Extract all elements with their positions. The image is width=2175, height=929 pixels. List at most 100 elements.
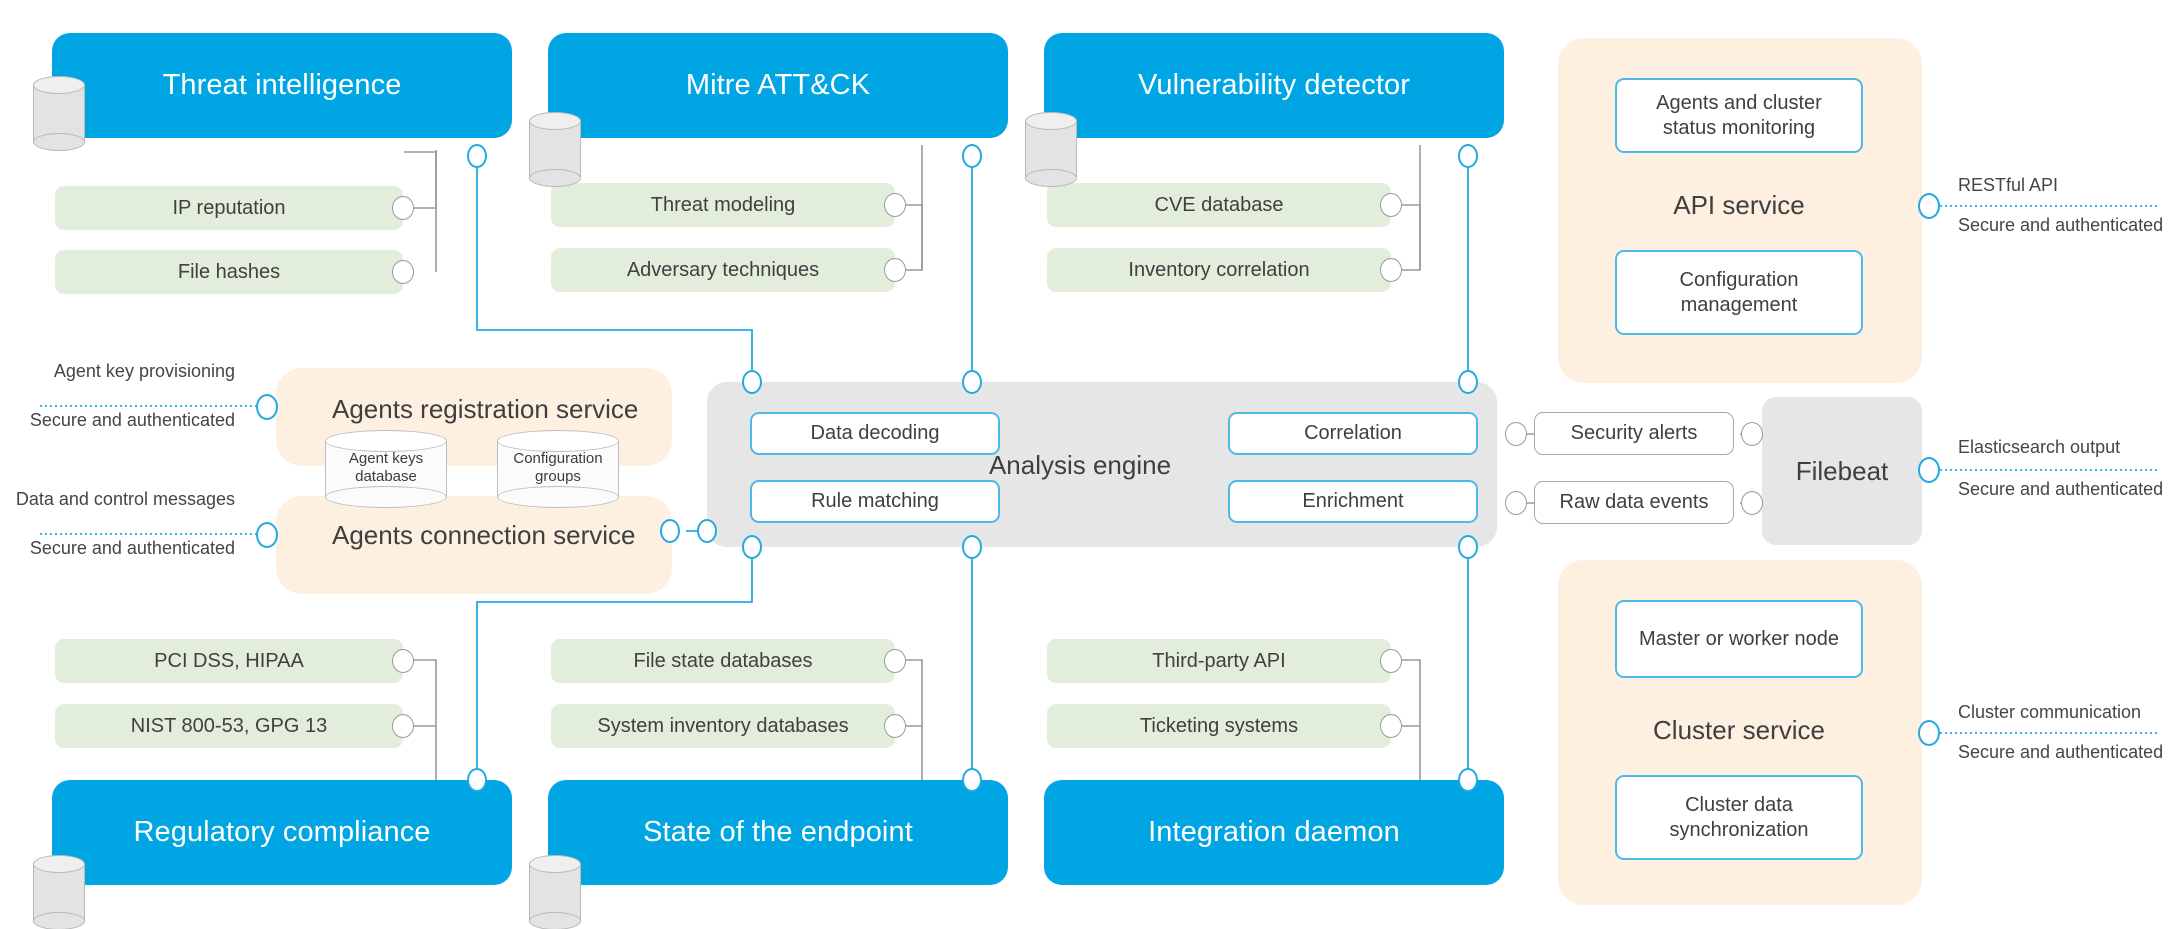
capability-label: PCI DSS, HIPAA [154, 649, 304, 672]
connector-node[interactable] [962, 768, 982, 792]
capability-label: CVE database [1154, 193, 1284, 216]
connector-node[interactable] [660, 519, 680, 543]
connector-node[interactable] [884, 193, 906, 217]
analysis-stage-enrichment[interactable]: Enrichment [1228, 480, 1478, 523]
connector-node[interactable] [962, 535, 982, 559]
connector-node[interactable] [1741, 422, 1763, 446]
capability-pill[interactable]: File state databases [551, 639, 895, 683]
connector-node[interactable] [467, 768, 487, 792]
analysis-stage-rule-matching[interactable]: Rule matching [750, 480, 1000, 523]
module-label: Regulatory compliance [133, 816, 431, 848]
connector-node[interactable] [884, 649, 906, 673]
connector-node-agent-connection-endpoint[interactable] [256, 522, 278, 548]
module-regulatory-compliance[interactable]: Regulatory compliance [52, 780, 512, 885]
connector-node[interactable] [1458, 768, 1478, 792]
output-security-alerts[interactable]: Security alerts [1534, 412, 1734, 455]
capability-label: Third-party API [1152, 649, 1286, 672]
api-box-status-monitoring[interactable]: Agents and cluster status monitoring [1615, 78, 1863, 153]
connector-node[interactable] [1380, 193, 1402, 217]
filebeat-block[interactable]: Filebeat [1762, 397, 1922, 545]
capability-label: NIST 800-53, GPG 13 [130, 714, 328, 737]
cluster-box-line1: Cluster data [1685, 793, 1793, 816]
capability-pill[interactable]: Inventory correlation [1047, 248, 1391, 292]
connector-node-api-endpoint[interactable] [1918, 193, 1940, 219]
analysis-stage-correlation[interactable]: Correlation [1228, 412, 1478, 455]
edge-label-registration-secure: Secure and authenticated [29, 410, 235, 430]
database-icon-vulnerability-detector [1025, 112, 1077, 187]
api-box-line2: management [1680, 293, 1798, 316]
capability-pill[interactable]: PCI DSS, HIPAA [55, 639, 403, 683]
module-threat-intelligence[interactable]: Threat intelligence [52, 33, 512, 138]
module-state-of-the-endpoint[interactable]: State of the endpoint [548, 780, 1008, 885]
connector-node[interactable] [1458, 144, 1478, 168]
capability-pill[interactable]: NIST 800-53, GPG 13 [55, 704, 403, 748]
module-label: Integration daemon [1148, 816, 1400, 848]
capability-pill[interactable]: System inventory databases [551, 704, 895, 748]
db-label-line1: Agent keys [348, 449, 424, 467]
db-label-line1: Configuration [513, 449, 603, 467]
connector-node[interactable] [392, 260, 414, 284]
connector-node[interactable] [1458, 535, 1478, 559]
connector-node[interactable] [962, 144, 982, 168]
connector-node[interactable] [1458, 370, 1478, 394]
capability-pill[interactable]: Ticketing systems [1047, 704, 1391, 748]
capability-label: IP reputation [172, 196, 286, 219]
connector-node[interactable] [1380, 258, 1402, 282]
edge-label-api-secure: Secure and authenticated [1958, 215, 2164, 235]
connector-node[interactable] [1380, 714, 1402, 738]
capability-label: Threat modeling [650, 193, 796, 216]
api-box-configuration-management[interactable]: Configuration management [1615, 250, 1863, 335]
database-icon-regulatory-compliance [33, 855, 85, 929]
module-vulnerability-detector[interactable]: Vulnerability detector [1044, 33, 1504, 138]
capability-pill[interactable]: Adversary techniques [551, 248, 895, 292]
connector-node[interactable] [697, 519, 717, 543]
edge-label-data-and-control-messages: Data and control messages [15, 489, 235, 509]
capability-pill[interactable]: File hashes [55, 250, 403, 294]
capability-pill[interactable]: IP reputation [55, 186, 403, 230]
module-mitre-attack[interactable]: Mitre ATT&CK [548, 33, 1008, 138]
module-label: Vulnerability detector [1138, 69, 1410, 101]
connector-node[interactable] [742, 370, 762, 394]
output-raw-data-events[interactable]: Raw data events [1534, 481, 1734, 524]
capability-pill[interactable]: CVE database [1047, 183, 1391, 227]
cluster-box-line2: synchronization [1669, 818, 1809, 841]
connector-node[interactable] [1505, 491, 1527, 515]
connector-node[interactable] [1505, 422, 1527, 446]
edge-label-restful-api: RESTful API [1958, 175, 2059, 195]
database-agent-keys: Agent keys database [325, 430, 447, 508]
connector-node[interactable] [392, 649, 414, 673]
capability-label: Adversary techniques [626, 258, 820, 281]
capability-pill[interactable]: Threat modeling [551, 183, 895, 227]
api-service-title: API service [1673, 189, 1805, 220]
connector-node[interactable] [884, 714, 906, 738]
api-box-line1: Agents and cluster [1656, 91, 1822, 114]
connector-node[interactable] [884, 258, 906, 282]
connector-node[interactable] [467, 144, 487, 168]
db-label-line2: groups [535, 468, 581, 485]
connector-node-agent-registration-endpoint[interactable] [256, 394, 278, 420]
connector-node[interactable] [962, 370, 982, 394]
agents-connection-title: Agents connection service [332, 519, 636, 550]
analysis-stage-data-decoding[interactable]: Data decoding [750, 412, 1000, 455]
connector-node[interactable] [1741, 491, 1763, 515]
connector-node[interactable] [392, 714, 414, 738]
database-icon-threat-intelligence [33, 76, 85, 151]
api-box-line1: Configuration [1679, 268, 1799, 291]
connector-node[interactable] [742, 535, 762, 559]
cluster-box-master-or-worker-node[interactable]: Master or worker node [1615, 600, 1863, 678]
module-integration-daemon[interactable]: Integration daemon [1044, 780, 1504, 885]
capability-label: File hashes [177, 260, 281, 283]
edge-label-elasticsearch-output: Elasticsearch output [1958, 437, 2121, 457]
connector-node[interactable] [392, 196, 414, 220]
capability-label: File state databases [633, 649, 813, 672]
connector-node-filebeat-endpoint[interactable] [1918, 457, 1940, 483]
module-label: State of the endpoint [643, 816, 913, 848]
database-configuration-groups: Configuration groups [497, 430, 619, 508]
connector-node[interactable] [1380, 649, 1402, 673]
cluster-box-data-synchronization[interactable]: Cluster data synchronization [1615, 775, 1863, 860]
database-icon-state-of-the-endpoint [529, 855, 581, 929]
edge-label-filebeat-secure: Secure and authenticated [1958, 479, 2164, 499]
connector-node-cluster-endpoint[interactable] [1918, 720, 1940, 746]
architecture-diagram: Threat intelligence IP reputation File h… [0, 0, 2175, 929]
capability-pill[interactable]: Third-party API [1047, 639, 1391, 683]
